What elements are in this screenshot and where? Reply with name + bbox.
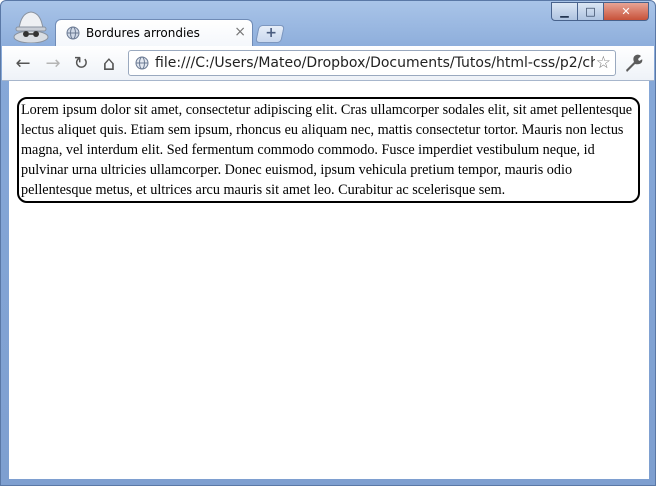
minimize-button[interactable]: ▁ — [551, 2, 578, 21]
forward-button[interactable]: → — [42, 52, 64, 74]
maximize-button[interactable]: □ — [578, 2, 604, 21]
address-bar[interactable]: file:///C:/Users/Mateo/Dropbox/Documents… — [128, 50, 616, 76]
close-window-button[interactable]: ✕ — [604, 2, 649, 21]
globe-icon — [66, 26, 80, 40]
back-button[interactable]: ← — [12, 52, 34, 74]
reload-button[interactable]: ↻ — [70, 52, 92, 74]
home-button[interactable]: ⌂ — [98, 51, 120, 75]
page-icon — [135, 56, 149, 70]
browser-window: Bordures arrondies × + ▁ □ ✕ ← → ↻ ⌂ fil… — [0, 0, 656, 486]
tab-title: Bordures arrondies — [86, 26, 200, 40]
incognito-icon — [13, 11, 49, 43]
window-controls: ▁ □ ✕ — [551, 2, 649, 21]
url-text[interactable]: file:///C:/Users/Mateo/Dropbox/Documents… — [155, 55, 595, 71]
plus-icon: + — [265, 25, 277, 41]
new-tab-button[interactable]: + — [255, 25, 285, 43]
tab-bordures-arrondies[interactable]: Bordures arrondies × — [55, 19, 253, 47]
browser-toolbar: ← → ↻ ⌂ file:///C:/Users/Mateo/Dropbox/D… — [2, 46, 654, 81]
wrench-icon[interactable] — [622, 53, 644, 73]
rounded-border-paragraph: Lorem ipsum dolor sit amet, consectetur … — [17, 97, 640, 203]
page-viewport: Lorem ipsum dolor sit amet, consectetur … — [9, 81, 649, 479]
close-tab-icon[interactable]: × — [234, 24, 246, 40]
star-icon[interactable]: ☆ — [596, 53, 611, 73]
